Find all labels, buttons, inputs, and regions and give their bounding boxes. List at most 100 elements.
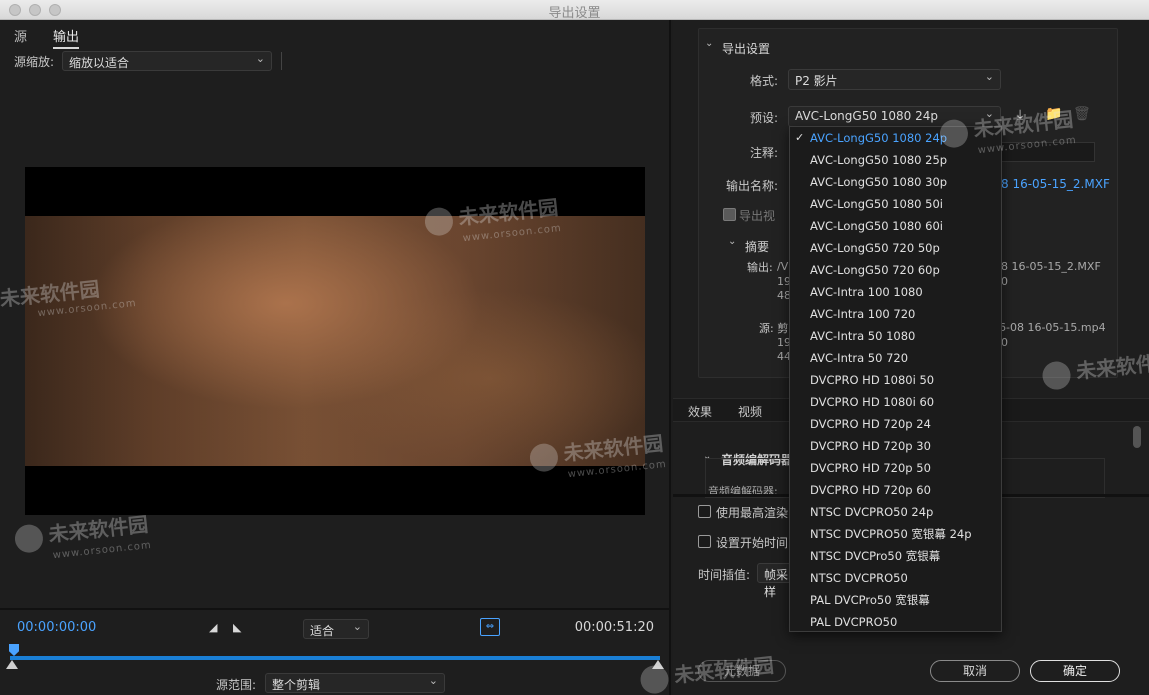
summary-source-right: 6-08 16-05-15.mp4: [999, 321, 1106, 334]
preset-menu-item[interactable]: ✓ AVC-LongG50 1080 24p: [790, 127, 1001, 149]
preset-menu-item-label: AVC-LongG50 1080 60i: [810, 219, 943, 233]
preset-menu-item[interactable]: DVCPRO HD 720p 24: [790, 413, 1001, 435]
set-start-checkbox[interactable]: [698, 535, 711, 548]
output-name-label: 输出名称:: [725, 179, 778, 193]
source-scale-dropdown[interactable]: 缩放以适合 ⌄: [62, 51, 272, 71]
metadata-button[interactable]: 元数据: [698, 660, 786, 682]
tab-source[interactable]: 源: [14, 26, 27, 45]
output-name-link[interactable]: 8 16-05-15_2.MXF: [1001, 177, 1110, 191]
preset-menu-item[interactable]: NTSC DVCPRO50 24p: [790, 501, 1001, 523]
preset-menu-item[interactable]: AVC-LongG50 1080 30p: [790, 171, 1001, 193]
preset-menu-item-label: AVC-LongG50 720 50p: [810, 241, 940, 255]
export-video-checkbox[interactable]: [723, 208, 736, 221]
max-render-label: 使用最高渲染: [716, 506, 789, 520]
summary-output-line2-right: 0: [1001, 275, 1008, 288]
preset-menu-item-label: DVCPRO HD 1080i 60: [810, 395, 935, 409]
source-range-dropdown[interactable]: 整个剪辑 ⌄: [265, 673, 445, 693]
preset-menu-item-label: AVC-Intra 100 720: [810, 307, 916, 321]
current-timecode[interactable]: 00:00:00:00: [17, 620, 96, 635]
preset-menu-item-label: AVC-LongG50 720 60p: [810, 263, 940, 277]
preset-menu-item[interactable]: DVCPRO HD 1080i 60: [790, 391, 1001, 413]
preset-menu: ✓ AVC-LongG50 1080 24p AVC-LongG50 1080 25…: [789, 126, 1002, 632]
divider: [281, 52, 282, 70]
source-range-value: 整个剪辑: [272, 678, 321, 692]
preset-menu-item-label: DVCPRO HD 1080i 50: [810, 373, 935, 387]
timeline-bar[interactable]: [10, 656, 660, 660]
preset-menu-item[interactable]: NTSC DVCPRO50: [790, 567, 1001, 589]
ok-button[interactable]: 确定: [1030, 660, 1120, 682]
preset-menu-item[interactable]: AVC-Intra 100 720: [790, 303, 1001, 325]
title-bar: 导出设置: [0, 0, 1149, 21]
format-label: 格式:: [749, 74, 778, 88]
preset-menu-item-label: NTSC DVCPRO50: [810, 571, 908, 585]
section-title: 导出设置: [722, 42, 771, 56]
preset-menu-item-label: PAL DVCPRO50: [810, 615, 898, 629]
format-dropdown[interactable]: P2 影片 ⌄: [788, 69, 1001, 90]
tab-video[interactable]: 视频: [738, 403, 762, 420]
chevron-down-icon: ⌄: [428, 674, 438, 687]
tab-output[interactable]: 输出: [53, 26, 80, 49]
preset-menu-item[interactable]: AVC-Intra 100 1080: [790, 281, 1001, 303]
scrollbar[interactable]: [1133, 426, 1141, 448]
preset-menu-item[interactable]: DVCPRO HD 720p 30: [790, 435, 1001, 457]
chevron-down-icon: ⌄: [255, 52, 265, 65]
preset-menu-item-label: AVC-LongG50 1080 30p: [810, 175, 948, 189]
preset-menu-item[interactable]: NTSC DVCPro50 宽银幕: [790, 545, 1001, 567]
summary-output-line1-right: 8 16-05-15_2.MXF: [1001, 260, 1101, 273]
preset-menu-item[interactable]: AVC-Intra 50 720: [790, 347, 1001, 369]
tab-effects[interactable]: 效果: [688, 403, 712, 420]
video-frame: [25, 216, 645, 466]
interp-value: 帧采样: [764, 568, 789, 599]
zoom-dropdown[interactable]: 适合 ⌄: [303, 619, 369, 639]
preset-menu-item-label: AVC-LongG50 1080 25p: [810, 153, 948, 167]
preset-menu-item[interactable]: AVC-Intra 50 1080: [790, 325, 1001, 347]
preset-menu-item-label: DVCPRO HD 720p 50: [810, 461, 931, 475]
preview-tabs: 源 输出: [0, 20, 671, 49]
delete-preset-icon[interactable]: 🗑: [1073, 106, 1091, 122]
mark-in-icon[interactable]: ◢: [209, 621, 217, 634]
preset-menu-item-label: AVC-LongG50 1080 24p: [810, 131, 948, 145]
comment-input[interactable]: [1001, 142, 1095, 162]
preset-menu-item[interactable]: DVCPRO HD 1080i 50: [790, 369, 1001, 391]
source-scale-value: 缩放以适合: [69, 56, 130, 70]
preset-menu-item[interactable]: PAL DVCPro50 宽银幕: [790, 589, 1001, 611]
preset-label: 预设:: [749, 111, 778, 125]
preset-menu-item[interactable]: AVC-LongG50 1080 60i: [790, 215, 1001, 237]
format-value: P2 影片: [795, 74, 838, 88]
source-scale-label: 源缩放:: [14, 55, 55, 69]
summary-output-line1: /V: [777, 260, 789, 273]
preset-menu-item-label: AVC-Intra 100 1080: [810, 285, 923, 299]
aspect-correction-icon[interactable]: ⇔: [480, 618, 500, 636]
preview-pane: 源 输出 源缩放: 缩放以适合 ⌄ 00:00:00:00 ◢ ◣ 适合 ⌄ ⇔…: [0, 20, 671, 695]
preset-menu-item[interactable]: DVCPRO HD 720p 50: [790, 457, 1001, 479]
chevron-down-icon: ⌄: [984, 70, 994, 83]
save-preset-icon[interactable]: ⤓: [1017, 107, 1023, 123]
summary-output-label: 输出:: [747, 261, 773, 274]
preset-menu-item[interactable]: DVCPRO HD 720p 60: [790, 479, 1001, 501]
preset-menu-item[interactable]: PAL DVCPRO50: [790, 611, 1001, 633]
range-end-handle[interactable]: [652, 660, 664, 669]
preset-menu-item-label: DVCPRO HD 720p 30: [810, 439, 931, 453]
preset-dropdown[interactable]: AVC-LongG50 1080 24p ⌄: [788, 106, 1001, 127]
set-start-label: 设置开始时间: [716, 536, 789, 550]
chevron-down-icon[interactable]: ⌄: [705, 38, 713, 49]
preset-menu-item-label: NTSC DVCPRO50 宽银幕 24p: [810, 527, 972, 541]
playhead-icon[interactable]: [9, 644, 19, 656]
preset-menu-item[interactable]: NTSC DVCPRO50 宽银幕 24p: [790, 523, 1001, 545]
interp-label: 时间插值:: [698, 568, 751, 582]
preset-menu-item[interactable]: AVC-LongG50 720 50p: [790, 237, 1001, 259]
window-title: 导出设置: [548, 6, 601, 21]
preset-value: AVC-LongG50 1080 24p: [795, 109, 939, 123]
cancel-button[interactable]: 取消: [930, 660, 1020, 682]
preset-menu-item[interactable]: AVC-LongG50 1080 50i: [790, 193, 1001, 215]
import-preset-icon[interactable]: 📁: [1045, 106, 1062, 122]
preset-menu-item[interactable]: AVC-LongG50 720 60p: [790, 259, 1001, 281]
summary-source-label: 源: 剪: [759, 322, 789, 335]
max-render-checkbox[interactable]: [698, 505, 711, 518]
chevron-down-icon[interactable]: ⌄: [728, 236, 736, 247]
mark-out-icon[interactable]: ◣: [233, 621, 241, 634]
preset-menu-item[interactable]: AVC-LongG50 1080 25p: [790, 149, 1001, 171]
video-preview: [25, 167, 645, 515]
range-start-handle[interactable]: [6, 660, 18, 669]
preset-menu-item-label: DVCPRO HD 720p 24: [810, 417, 931, 431]
